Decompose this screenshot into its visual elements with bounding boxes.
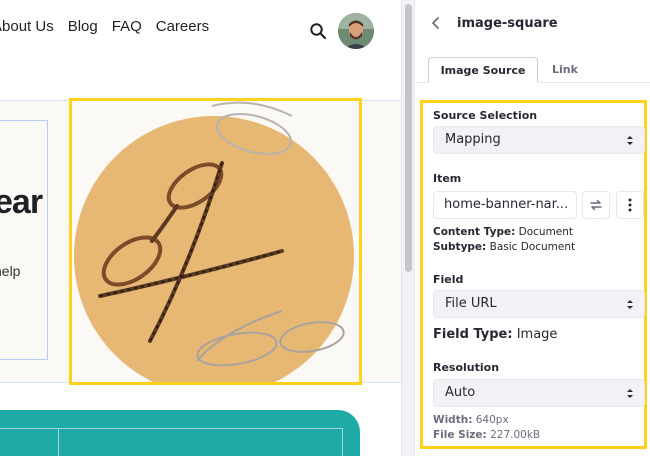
sidebar-title: image-square [457,16,558,31]
caret-updown-icon [627,389,633,398]
sidebar-tabs: Image Source Link [415,57,650,83]
hero-text-container [0,120,48,360]
top-nav: About Us Blog FAQ Careers [0,18,223,35]
hero-heading: ear [0,183,43,221]
file-size-info: File Size: 227.00kB [433,429,540,441]
teal-section-grid [0,428,343,456]
change-item-button[interactable] [582,191,610,219]
source-selection-select[interactable]: Mapping [433,126,645,154]
hero-subtext: help [0,263,21,279]
hero-image [74,101,354,382]
search-icon[interactable] [309,22,327,40]
nav-link-blog[interactable]: Blog [68,18,98,35]
item-selector-input[interactable]: home-banner-nar... [433,191,577,219]
resolution-label: Resolution [433,361,500,374]
nav-link-about[interactable]: About Us [0,18,54,35]
configuration-sidebar: image-square Image Source Link Source Se… [414,0,650,456]
field-select[interactable]: File URL [433,290,645,318]
source-selection-value: Mapping [445,132,501,147]
field-type-value: Image [516,327,558,342]
scrollbar-thumb[interactable] [405,4,412,272]
file-size-label: File Size: [433,429,487,441]
tab-image-source[interactable]: Image Source [428,57,538,83]
item-label: Item [433,172,462,185]
content-type-info: Content Type: Document [433,226,573,238]
canvas-scrollbar[interactable] [401,0,414,456]
image-source-panel: Source Selection Mapping Item home-banne… [420,100,647,449]
content-type-value: Document [518,226,574,238]
content-type-label: Content Type: [433,226,516,238]
swap-icon [590,199,602,211]
subtype-info: Subtype: Basic Document [433,241,575,253]
image-width-info: Width: 640px [433,414,509,426]
subtype-value: Basic Document [489,241,576,253]
nav-link-careers[interactable]: Careers [156,18,209,35]
caret-updown-icon [627,136,633,145]
vertical-ellipsis-icon [628,198,632,212]
resolution-value: Auto [445,385,476,400]
field-value: File URL [445,296,497,311]
resolution-select[interactable]: Auto [433,379,645,407]
avatar[interactable] [338,13,374,49]
file-size-value: 227.00kB [490,429,541,441]
page-canvas: About Us Blog FAQ Careers ear help [0,0,401,456]
image-width-label: Width: [433,414,473,426]
tab-link[interactable]: Link [542,57,588,83]
nav-link-faq[interactable]: FAQ [112,18,142,35]
caret-updown-icon [627,300,633,309]
field-label: Field [433,273,464,286]
source-selection-label: Source Selection [433,109,538,122]
subtype-label: Subtype: [433,241,487,253]
selected-image-square[interactable] [69,98,362,385]
field-type-info: Field Type: Image [433,327,557,342]
chevron-left-icon[interactable] [429,15,443,31]
item-options-button[interactable] [616,191,644,219]
image-width-value: 640px [475,414,509,426]
field-type-label: Field Type: [433,327,513,342]
